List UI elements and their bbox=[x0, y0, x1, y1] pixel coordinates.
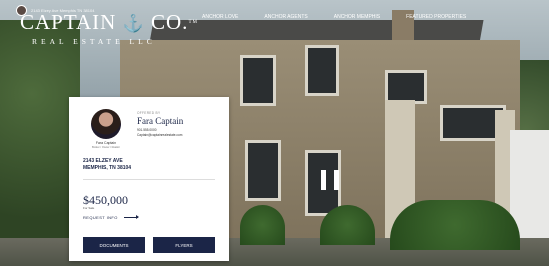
nav-anchor-love[interactable]: ANCHOR LOVE bbox=[202, 14, 238, 20]
trademark: TM bbox=[188, 20, 198, 25]
hedge bbox=[390, 200, 520, 250]
front-door bbox=[245, 140, 281, 201]
nav-featured-properties[interactable]: FEATURED PROPERTIES bbox=[406, 14, 466, 20]
nav-anchor-agents[interactable]: ANCHOR AGENTS bbox=[264, 14, 307, 20]
agent-name[interactable]: Fara Captain bbox=[137, 116, 183, 126]
divider bbox=[83, 179, 215, 180]
arrow-right-icon bbox=[123, 215, 139, 219]
window bbox=[385, 70, 427, 104]
offered-by-label: OFFERED BY bbox=[137, 111, 161, 115]
header: 2143 Elzey Ave Memphis TN 38104 CAPTAIN … bbox=[0, 0, 549, 46]
property-card: Fara Captain Broker / Owner / Realtor OF… bbox=[69, 97, 229, 261]
hedge bbox=[240, 205, 285, 245]
main-nav: ANCHOR LOVE ANCHOR AGENTS ANCHOR MEMPHIS… bbox=[202, 14, 492, 20]
window bbox=[240, 55, 276, 106]
agent-photo bbox=[91, 109, 121, 139]
agent-title: Broker / Owner / Realtor bbox=[92, 146, 120, 149]
request-info-label: REQUEST INFO bbox=[83, 215, 118, 220]
address-line-2: MEMPHIS, TN 38104 bbox=[83, 165, 132, 171]
logo[interactable]: CAPTAIN ⚓ CO.TM REAL ESTATE LLC bbox=[20, 10, 198, 47]
flyers-button[interactable]: FLYERS bbox=[153, 237, 215, 253]
nav-anchor-memphis[interactable]: ANCHOR MEMPHIS bbox=[334, 14, 380, 20]
for-sale-label: For Sale bbox=[83, 206, 95, 210]
agent-name-caption: Fara Captain bbox=[95, 141, 117, 145]
anchor-icon: ⚓ bbox=[122, 14, 145, 33]
documents-button[interactable]: DOCUMENTS bbox=[83, 237, 145, 253]
logo-word-1: CAPTAIN bbox=[20, 10, 117, 34]
agent-phone[interactable]: 901.555.0000 bbox=[137, 128, 157, 132]
request-info-link[interactable]: REQUEST INFO bbox=[83, 215, 139, 220]
logo-word-2: CO. bbox=[151, 10, 189, 34]
trees-left bbox=[0, 20, 80, 266]
logo-subtitle: REAL ESTATE LLC bbox=[32, 37, 156, 46]
agent-email[interactable]: Captain@captainrealestate.com bbox=[137, 133, 182, 137]
window bbox=[305, 45, 339, 96]
address-line-1: 2143 ELZEY AVE bbox=[83, 158, 123, 164]
pause-icon[interactable] bbox=[321, 170, 339, 190]
